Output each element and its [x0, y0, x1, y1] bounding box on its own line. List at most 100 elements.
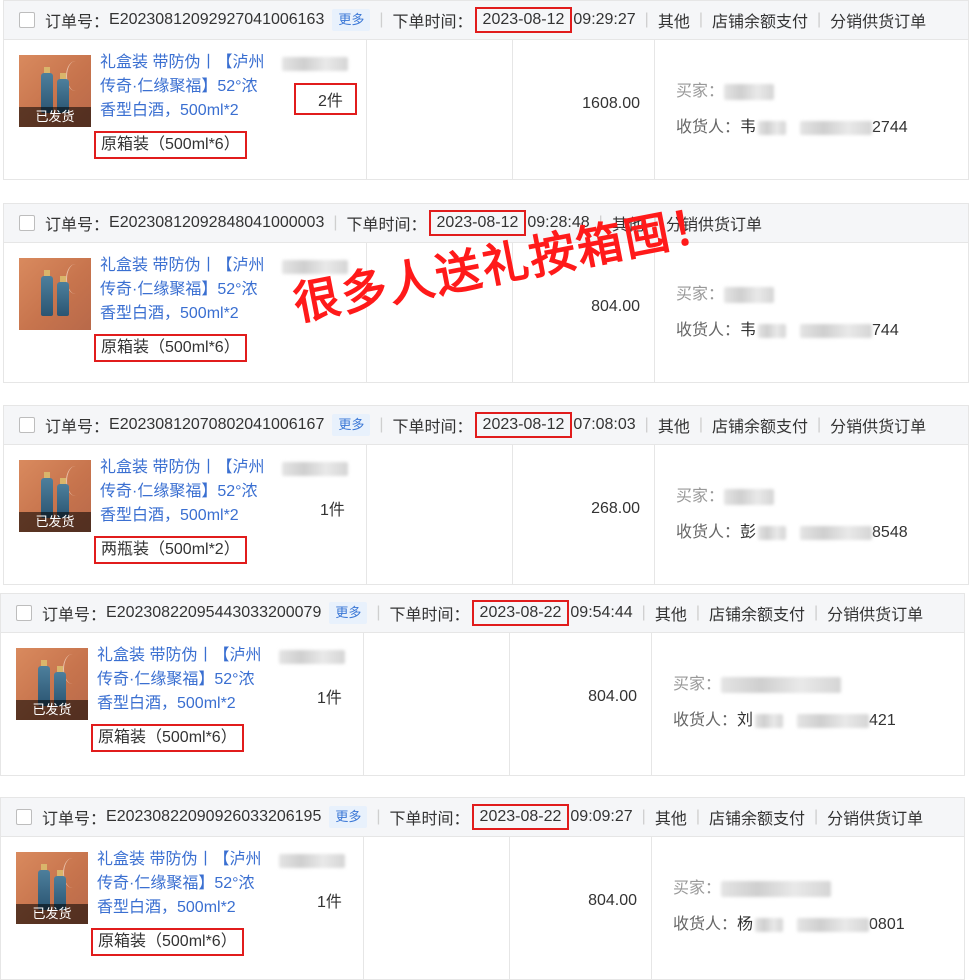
divider: | [814, 604, 819, 621]
column-divider [509, 632, 510, 775]
column-divider [363, 836, 364, 979]
more-button[interactable]: 更多 [329, 806, 368, 828]
order-tag: 分销供货订单 [827, 811, 924, 828]
divider: | [376, 604, 381, 621]
more-button[interactable]: 更多 [329, 602, 368, 624]
bottle-cap [44, 67, 50, 73]
buyer-label: 买家： [676, 286, 725, 303]
product-title[interactable]: 礼盒装 带防伪丨【泸州 传奇·仁缘聚福】52°浓 香型白酒，500ml*2 [100, 51, 280, 123]
receiver-name: 刘 [737, 712, 754, 729]
order-time-label: 下单时间： [392, 14, 473, 31]
divider: | [698, 416, 703, 433]
divider: | [644, 11, 649, 28]
product-title-line: 传奇·仁缘聚福】52°浓 [100, 281, 258, 298]
order-time: 09:54:44 [570, 604, 633, 621]
buyer-label: 买家： [673, 880, 722, 897]
order-no-label: 订单号： [45, 419, 110, 436]
buyer-label: 买家： [673, 676, 722, 693]
more-button[interactable]: 更多 [332, 414, 371, 436]
bottle-graphic [41, 276, 53, 316]
product-title-line: 礼盒装 带防伪丨【泸州 [100, 257, 265, 274]
order-time: 09:09:27 [570, 808, 633, 825]
buyer-label: 买家： [676, 488, 725, 505]
order-tag: 分销供货订单 [827, 607, 924, 624]
divider: | [379, 416, 384, 433]
order-time-label: 下单时间： [389, 811, 470, 828]
receiver-name: 韦 [740, 322, 757, 339]
order-amount: 804.00 [588, 892, 637, 909]
product-variant: 两瓶装（500ml*2） [94, 536, 247, 564]
order-id: E20230822095443033200079 [106, 604, 322, 621]
receiver-phone-tail: 8548 [872, 524, 908, 541]
product-title-line: 传奇·仁缘聚福】52°浓 [97, 671, 255, 688]
product-title-line: 礼盒装 带防伪丨【泸州 [97, 647, 262, 664]
product-thumbnail[interactable]: 已发货 [16, 852, 88, 924]
product-variant: 原箱装（500ml*6） [91, 928, 244, 956]
divider: | [641, 604, 646, 621]
divider: | [695, 808, 700, 825]
order-tag: 店铺余额支付 [709, 607, 806, 624]
product-title-line: 礼盒装 带防伪丨【泸州 [100, 54, 265, 71]
product-title[interactable]: 礼盒装 带防伪丨【泸州 传奇·仁缘聚福】52°浓 香型白酒，500ml*2 [100, 456, 280, 528]
redacted-phone [797, 713, 870, 728]
shipped-badge: 已发货 [16, 904, 88, 924]
receiver-phone-tail: 0801 [869, 916, 905, 933]
order-checkbox[interactable] [19, 215, 35, 231]
product-thumbnail[interactable]: 已发货 [19, 460, 91, 532]
order-id: E20230812092927041006163 [109, 11, 325, 28]
divider: | [644, 416, 649, 433]
order-tag: 其他 [657, 419, 690, 436]
column-divider [651, 836, 652, 979]
bottle-graphic [57, 282, 69, 316]
product-thumbnail[interactable]: 已发货 [16, 648, 88, 720]
order-no-label: 订单号： [42, 607, 107, 624]
product-variant: 原箱装（500ml*6） [94, 131, 247, 159]
receiver-phone-tail: 744 [872, 322, 899, 339]
product-title-line: 香型白酒，500ml*2 [100, 305, 239, 322]
redacted-text [282, 462, 348, 476]
column-divider [512, 444, 513, 584]
quantity: 1件 [317, 690, 342, 707]
order-date: 2023-08-12 [474, 412, 573, 438]
order-checkbox[interactable] [19, 417, 35, 433]
bottle-cap [60, 276, 66, 282]
product-thumbnail[interactable] [19, 258, 91, 330]
order-checkbox[interactable] [16, 809, 32, 825]
product-title-line: 礼盒装 带防伪丨【泸州 [97, 851, 262, 868]
order-body: 已发货 礼盒装 带防伪丨【泸州 传奇·仁缘聚福】52°浓 香型白酒，500ml*2 原箱… [1, 836, 964, 979]
divider: | [698, 11, 703, 28]
product-title[interactable]: 礼盒装 带防伪丨【泸州 传奇·仁缘聚福】52°浓 香型白酒，500ml*2 [97, 644, 277, 716]
redacted-name [755, 917, 784, 932]
column-divider [512, 39, 513, 179]
more-button[interactable]: 更多 [332, 9, 371, 31]
redacted-name [758, 525, 787, 540]
quantity: 2件 [294, 83, 357, 115]
order-checkbox[interactable] [19, 12, 35, 28]
product-title[interactable]: 礼盒装 带防伪丨【泸州 传奇·仁缘聚福】52°浓 香型白酒，500ml*2 [97, 848, 277, 920]
order-card: 订单号： E20230812092927041006163 更多 | 下单时间： 2023… [3, 0, 969, 180]
quantity: 1件 [320, 502, 345, 519]
order-checkbox[interactable] [16, 605, 32, 621]
buyer-info: 买家： [673, 874, 832, 898]
redacted-buyer [724, 488, 775, 505]
divider: | [814, 808, 819, 825]
receiver-phone-tail: 2744 [872, 119, 908, 136]
product-title[interactable]: 礼盒装 带防伪丨【泸州 传奇·仁缘聚福】52°浓 香型白酒，500ml*2 [100, 254, 280, 326]
redacted-phone [797, 917, 870, 932]
bottle-cap [44, 472, 50, 478]
redacted-text [279, 650, 345, 664]
shipped-badge: 已发货 [19, 107, 91, 127]
bottle-cap [41, 660, 47, 666]
order-card: 订单号： E20230822095443033200079 更多 | 下单时间： 2023… [0, 593, 965, 776]
divider: | [333, 214, 338, 231]
product-thumbnail[interactable]: 已发货 [19, 55, 91, 127]
shipped-badge: 已发货 [16, 700, 88, 720]
receiver-label: 收货人： [676, 524, 741, 541]
order-date: 2023-08-12 [474, 7, 573, 33]
redacted-name [755, 713, 784, 728]
order-date: 2023-08-22 [471, 600, 570, 626]
bottle-cap [41, 864, 47, 870]
buyer-info: 买家： [676, 482, 775, 506]
bottle-cap [57, 870, 63, 876]
bottle-cap [57, 666, 63, 672]
